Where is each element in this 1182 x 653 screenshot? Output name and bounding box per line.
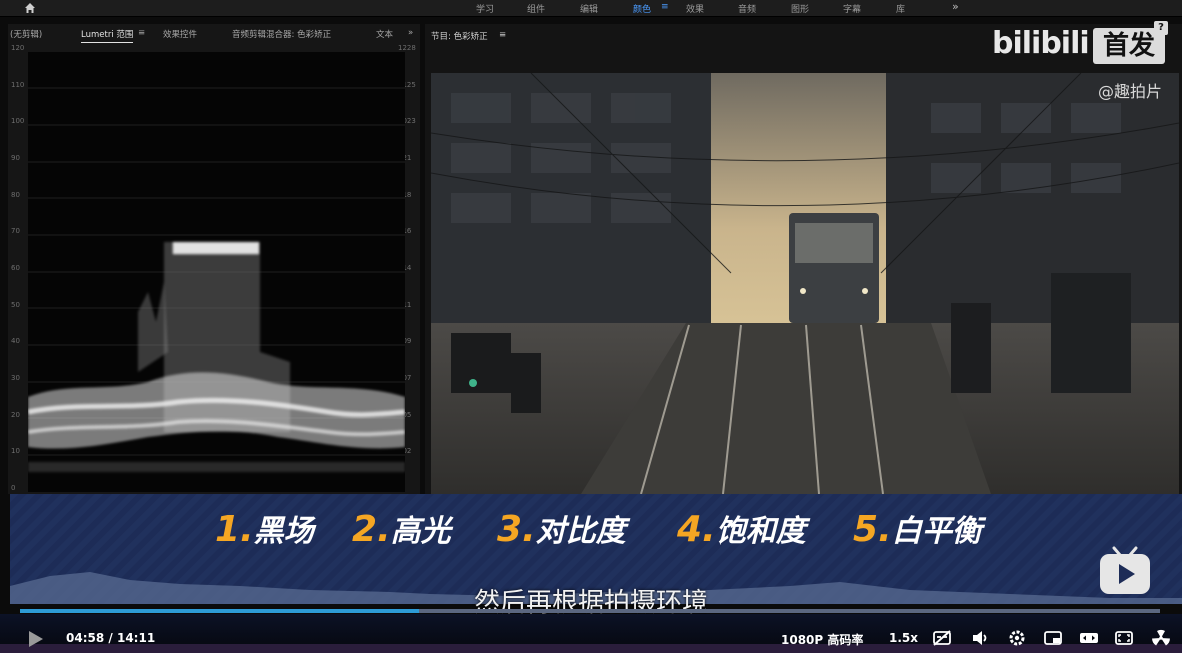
tab-lumetri-scopes[interactable]: Lumetri 范围 [81,28,134,43]
progress-played[interactable] [20,609,419,613]
tab-text[interactable]: 文本 [376,28,394,40]
lumetri-scopes-panel: (无剪辑) Lumetri 范围 ≡ 效果控件 音频剪辑混合器: 色彩矫正 文本… [8,24,420,494]
uploader-watermark: @趣拍片 [1098,82,1163,101]
current-time: 04:58 [66,631,105,645]
program-video-frame [431,73,1179,494]
speed-button[interactable]: 1.5x [889,631,918,645]
panel-more-button[interactable]: » [408,28,413,38]
topic-1: 1.黑场 [215,509,314,550]
tab-no-clip[interactable]: (无剪辑) [10,28,42,40]
waveform-tick-left: 120 [11,44,25,52]
play-icon[interactable] [28,630,44,648]
bilibili-logo: bilibili [992,26,1090,61]
waveform-tick-left: 10 [11,447,20,456]
settings-icon[interactable] [1007,629,1027,647]
waveform-tick-left: 0 [11,484,16,492]
topic-3: 3.对比度 [497,509,626,550]
program-menu-icon[interactable]: ≡ [499,30,506,40]
left-panel-tabs: (无剪辑) Lumetri 范围 ≡ 效果控件 音频剪辑混合器: 色彩矫正 文本… [8,24,420,44]
pip-icon[interactable] [1043,629,1063,647]
workspace-tab-audio[interactable]: 音频 [738,2,756,15]
waveform-tick-left: 20 [11,410,20,419]
waveform-tick-right: 1228 [398,44,416,52]
program-monitor-title[interactable]: 节目: 色彩矫正 [431,30,488,42]
topic-5: 5.白平衡 [853,509,982,550]
workspace-tab-learn[interactable]: 学习 [476,2,494,15]
waveform-tick-left: 50 [11,300,20,309]
workspace-tab-color[interactable]: 颜色 [633,2,651,15]
workspace-tab-editing[interactable]: 编辑 [580,2,598,15]
quality-button[interactable]: 1080P 高码率 [781,631,863,648]
subtitle-off-icon[interactable] [932,629,952,647]
workspace-tab-assembly[interactable]: 组件 [527,2,545,15]
page-bottom-strip [0,644,1182,653]
topic-2: 2.高光 [352,509,451,550]
workspace-menu-icon[interactable]: ≡ [661,2,669,12]
workspace-tab-captions[interactable]: 字幕 [843,2,861,15]
home-icon[interactable] [22,0,38,16]
time-display: 04:58 / 14:11 [66,631,155,645]
waveform-tick-left: 30 [11,374,20,382]
waveform-tick-left: 70 [11,227,20,236]
workspace-more-button[interactable]: » [952,0,959,13]
waveform-tick-left: 80 [11,190,20,199]
fullscreen-icon[interactable] [1114,629,1134,647]
topic-4: 4.饱和度 [677,509,806,550]
waveform-tick-left: 90 [11,154,20,162]
duration: 14:11 [116,631,156,645]
help-icon[interactable]: ? [1154,21,1168,35]
volume-icon[interactable] [971,629,991,647]
tab-effect-controls[interactable]: 效果控件 [163,28,197,40]
tab-audio-clip-mixer[interactable]: 音频剪辑混合器: 色彩矫正 [232,28,331,40]
workspace-tab-graphics[interactable]: 图形 [791,2,809,15]
waveform-tick-left: 110 [11,80,25,89]
waveform-tick-left: 40 [11,337,20,346]
waveform-tick-left: 100 [11,117,25,126]
radiation-icon[interactable] [1151,629,1171,647]
time-separator: / [108,631,113,645]
workspace-tab-libraries[interactable]: 库 [896,2,905,15]
luma-waveform [28,52,405,492]
workspace-tab-effects[interactable]: 效果 [686,2,704,15]
tab-menu-icon[interactable]: ≡ [138,28,145,38]
waveform-tick-left: 60 [11,264,20,272]
bilibili-tv-icon[interactable] [1098,544,1152,596]
widescreen-icon[interactable] [1079,629,1099,647]
